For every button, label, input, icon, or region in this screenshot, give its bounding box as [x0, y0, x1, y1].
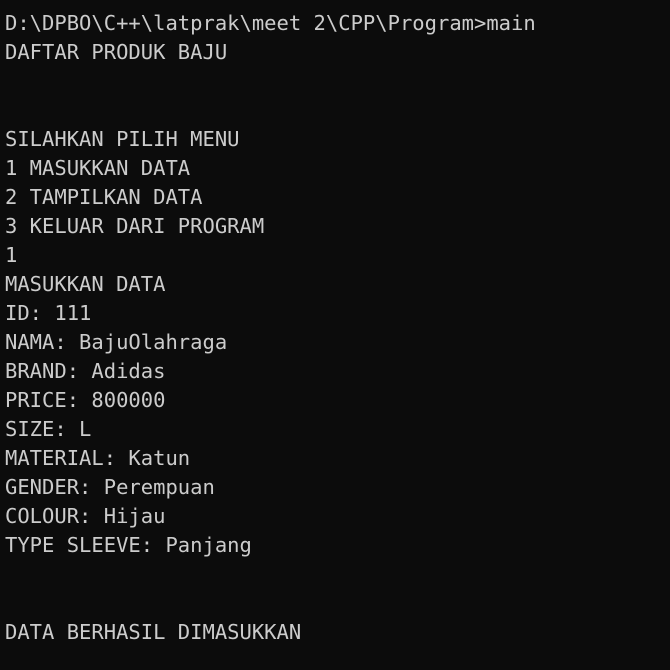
field-gender: GENDER: Perempuan — [5, 475, 215, 499]
menu-heading: SILAHKAN PILIH MENU — [5, 127, 240, 151]
field-brand: BRAND: Adidas — [5, 359, 166, 383]
command-prompt-line: D:\DPBO\C++\latprak\meet 2\CPP\Program>m… — [5, 11, 536, 35]
program-title: DAFTAR PRODUK BAJU — [5, 40, 228, 64]
menu-option-exit: 3 KELUAR DARI PROGRAM — [5, 214, 265, 238]
menu-option-insert: 1 MASUKKAN DATA — [5, 156, 191, 180]
menu-option-show: 2 TAMPILKAN DATA — [5, 185, 203, 209]
section-heading: MASUKKAN DATA — [5, 272, 166, 296]
field-size: SIZE: L — [5, 417, 92, 441]
field-nama: NAMA: BajuOlahraga — [5, 330, 228, 354]
user-menu-choice: 1 — [5, 243, 18, 267]
field-price: PRICE: 800000 — [5, 388, 166, 412]
field-type-sleeve: TYPE SLEEVE: Panjang — [5, 533, 252, 557]
field-id: ID: 111 — [5, 301, 92, 325]
field-material: MATERIAL: Katun — [5, 446, 191, 470]
field-colour: COLOUR: Hijau — [5, 504, 166, 528]
success-message: DATA BERHASIL DIMASUKKAN — [5, 620, 302, 644]
console-output[interactable]: D:\DPBO\C++\latprak\meet 2\CPP\Program>m… — [0, 0, 670, 670]
